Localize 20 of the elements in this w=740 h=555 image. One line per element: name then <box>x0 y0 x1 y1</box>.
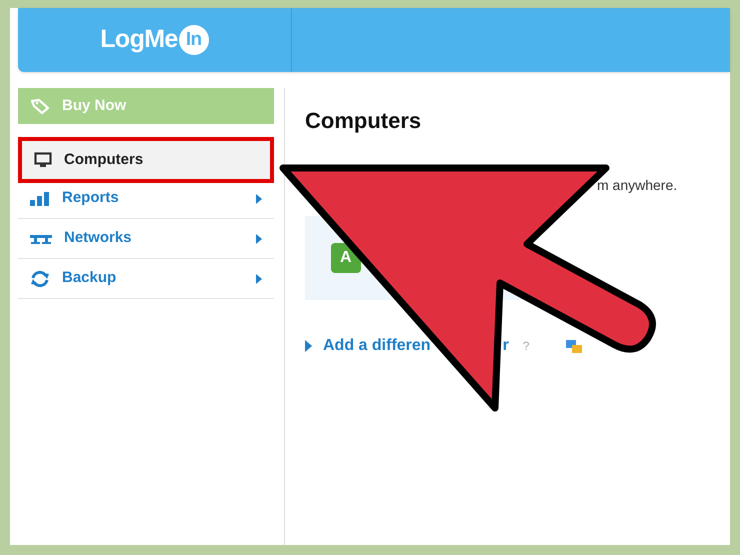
page-title: Computers <box>305 107 422 135</box>
logo: LogMe In <box>100 21 209 59</box>
caret-right-icon <box>256 274 262 284</box>
bar-chart-icon <box>30 192 50 206</box>
sync-icon <box>30 270 50 288</box>
add-computer-link[interactable]: Add a differen <box>323 334 431 358</box>
sidebar-item[interactable]: Reports <box>18 179 274 219</box>
sidebar-item[interactable]: Computers <box>18 137 274 183</box>
monitor-icon <box>34 152 52 168</box>
app-icon <box>565 338 584 354</box>
caret-right-icon <box>256 234 262 244</box>
sidebar-item[interactable]: Backup <box>18 259 274 299</box>
add-computer-link[interactable]: r <box>502 334 509 358</box>
caret-right-icon <box>256 194 262 204</box>
sidebar-item[interactable]: Networks <box>18 219 274 259</box>
network-icon <box>30 232 52 244</box>
tag-icon <box>30 98 50 114</box>
caret-right-icon <box>305 340 312 352</box>
intro-text: m anywhere. <box>597 176 678 195</box>
help-mark[interactable]: ? <box>522 337 530 355</box>
